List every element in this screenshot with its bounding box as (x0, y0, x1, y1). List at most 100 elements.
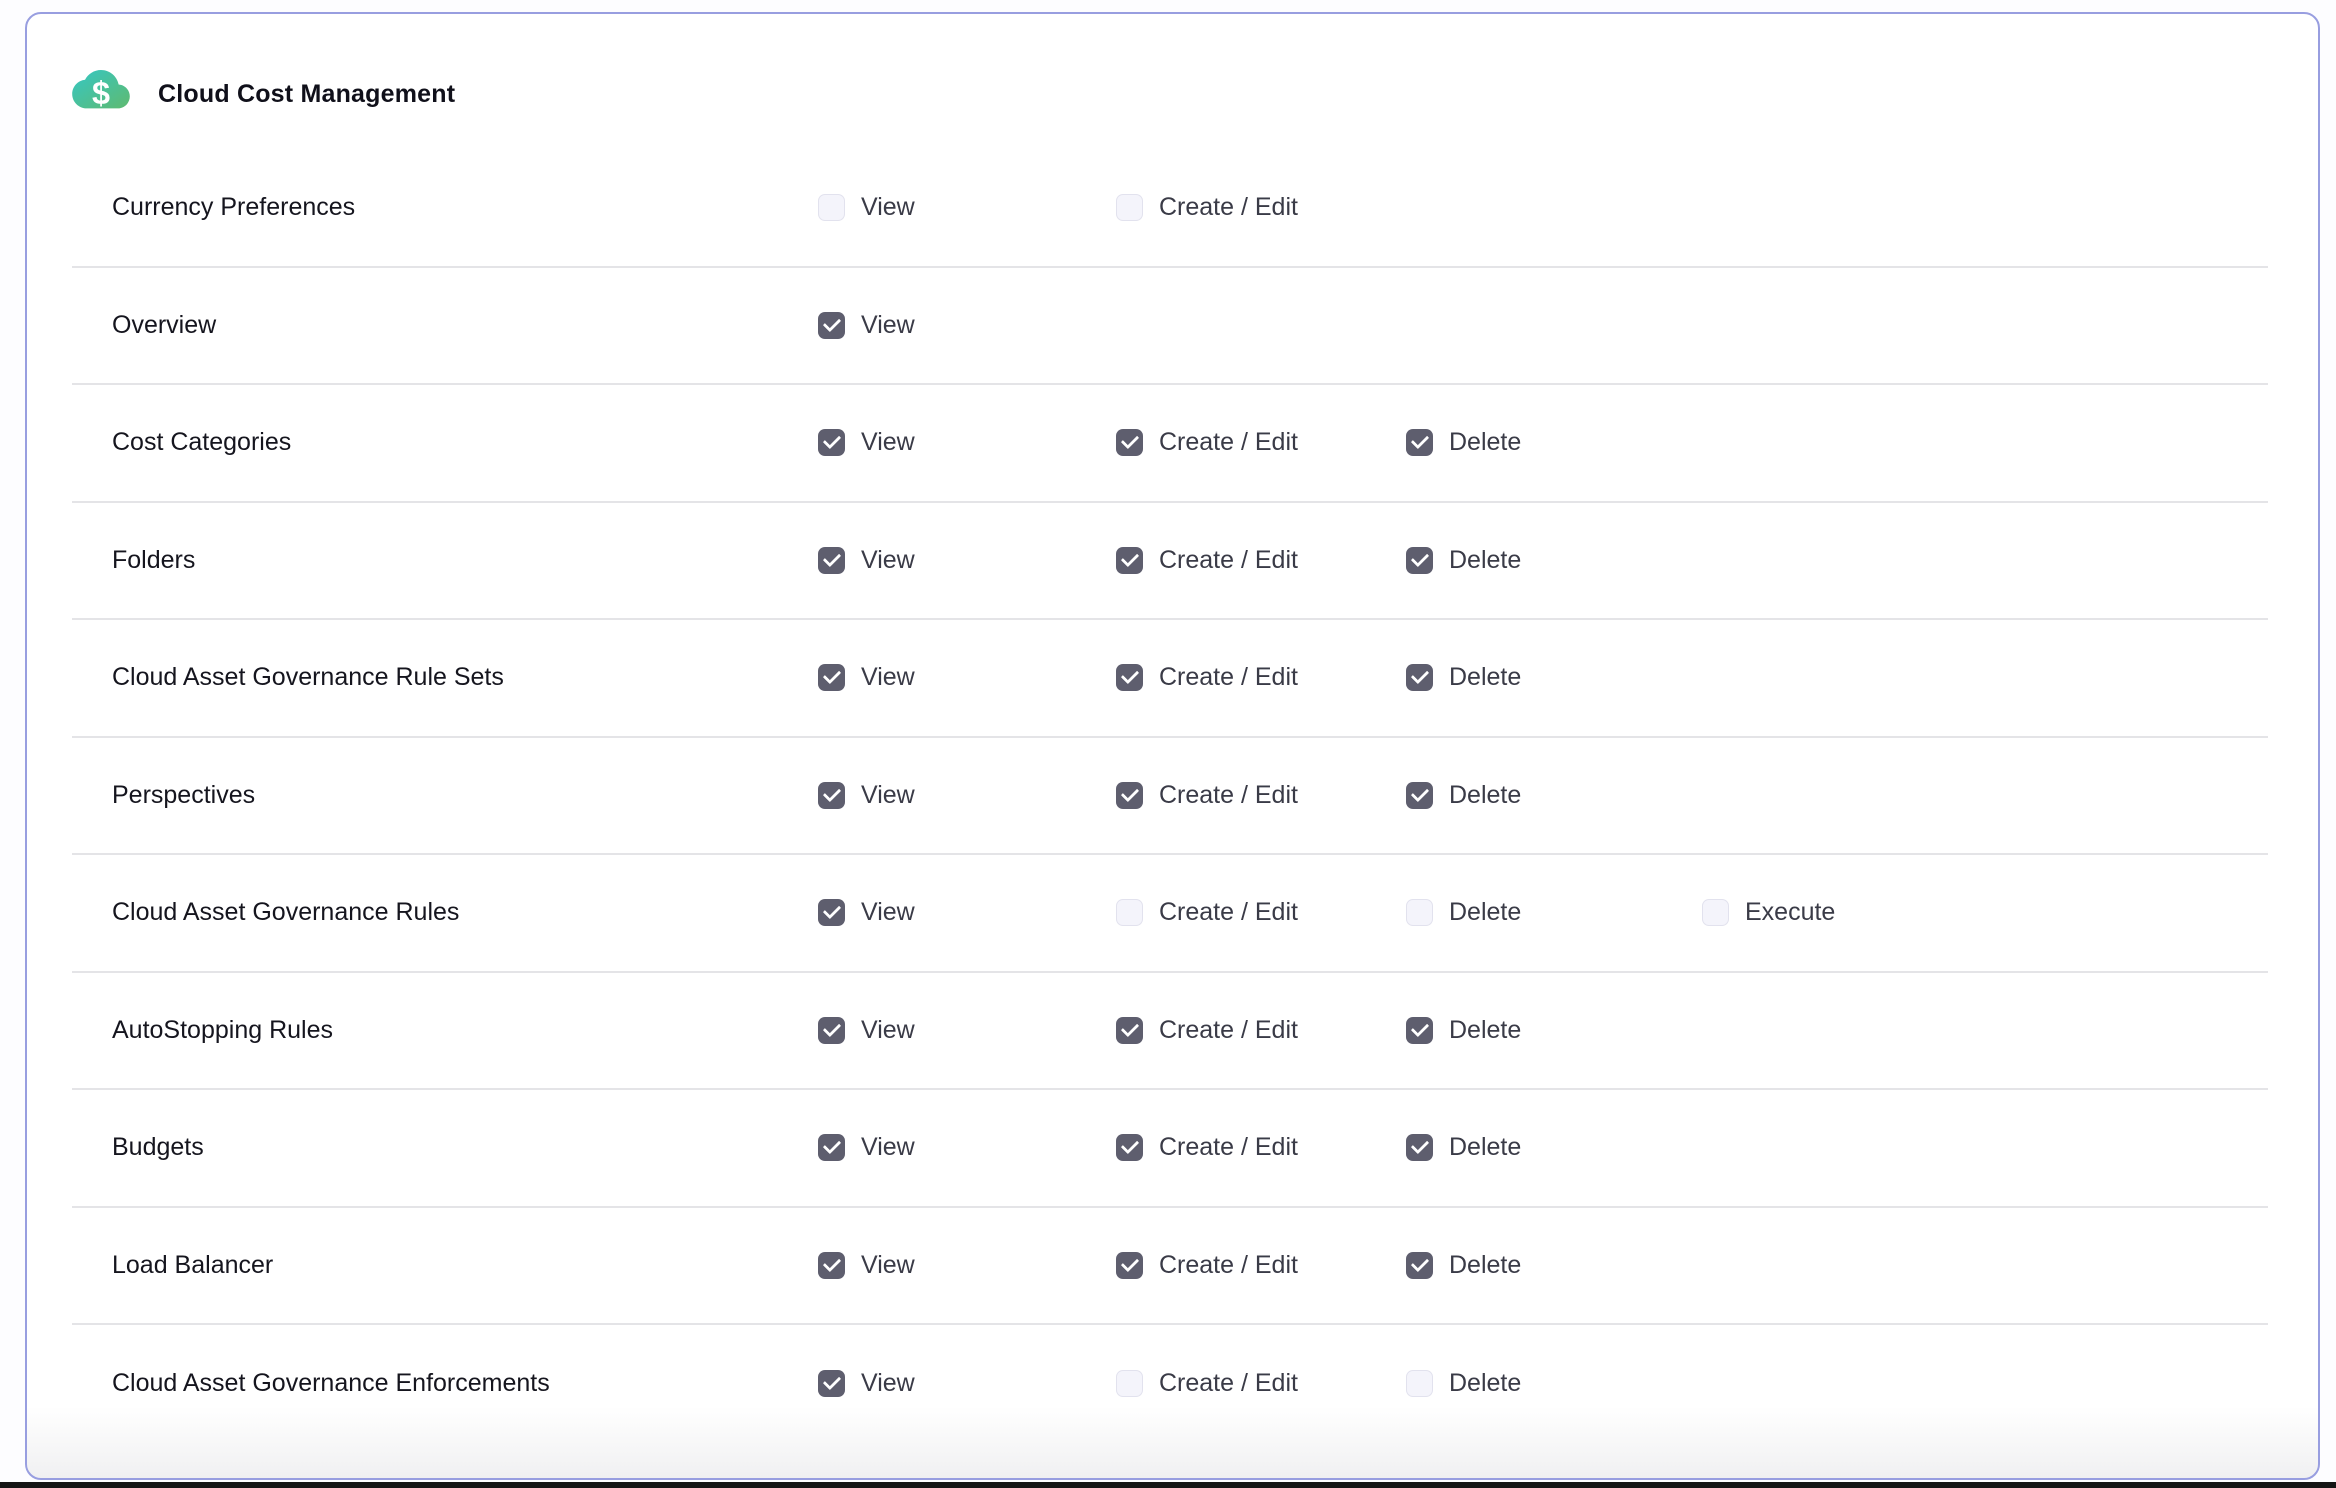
permission-create-edit: Create / Edit (1116, 898, 1406, 927)
create-edit-checkbox[interactable] (1116, 1252, 1143, 1279)
permission-delete: Delete (1406, 1251, 1702, 1280)
resource-label: Budgets (72, 1133, 818, 1162)
resource-label: AutoStopping Rules (72, 1016, 818, 1045)
create-edit-checkbox[interactable] (1116, 1017, 1143, 1044)
permission-delete: Delete (1406, 546, 1702, 575)
dollar-glyph: $ (92, 75, 110, 111)
create-edit-checkbox[interactable] (1116, 782, 1143, 809)
view-label: View (861, 1251, 915, 1280)
resource-label: Cloud Asset Governance Rules (72, 898, 818, 927)
execute-checkbox[interactable] (1702, 899, 1729, 926)
view-checkbox[interactable] (818, 194, 845, 221)
create-edit-label: Create / Edit (1159, 1251, 1298, 1280)
permission-view: View (818, 1133, 1116, 1162)
delete-label: Delete (1449, 781, 1521, 810)
create-edit-checkbox[interactable] (1116, 194, 1143, 221)
create-edit-label: Create / Edit (1159, 1369, 1298, 1398)
view-checkbox[interactable] (818, 664, 845, 691)
permission-view: View (818, 1369, 1116, 1398)
resource-label: Folders (72, 546, 818, 575)
table-row-load-balancer: Load Balancer View Create / Edit Delete (72, 1208, 2268, 1326)
view-checkbox[interactable] (818, 782, 845, 809)
create-edit-label: Create / Edit (1159, 428, 1298, 457)
permission-create-edit: Create / Edit (1116, 546, 1406, 575)
delete-label: Delete (1449, 1369, 1521, 1398)
permission-create-edit: Create / Edit (1116, 428, 1406, 457)
delete-checkbox[interactable] (1406, 899, 1433, 926)
table-row-cloud-asset-governance-rule-sets: Cloud Asset Governance Rule Sets View Cr… (72, 620, 2268, 738)
delete-checkbox[interactable] (1406, 1370, 1433, 1397)
permission-create-edit: Create / Edit (1116, 1369, 1406, 1398)
permission-create-edit: Create / Edit (1116, 663, 1406, 692)
permission-create-edit: Create / Edit (1116, 193, 1406, 222)
view-label: View (861, 428, 915, 457)
permissions-table: Currency Preferences View Create / Edit … (72, 150, 2268, 1443)
create-edit-label: Create / Edit (1159, 193, 1298, 222)
create-edit-label: Create / Edit (1159, 663, 1298, 692)
resource-label: Perspectives (72, 781, 818, 810)
permission-execute: Execute (1702, 898, 2268, 927)
delete-checkbox[interactable] (1406, 1017, 1433, 1044)
create-edit-label: Create / Edit (1159, 898, 1298, 927)
create-edit-checkbox[interactable] (1116, 429, 1143, 456)
resource-label: Currency Preferences (72, 193, 818, 222)
table-row-overview: Overview View (72, 268, 2268, 386)
view-checkbox[interactable] (818, 1134, 845, 1161)
permission-view: View (818, 781, 1116, 810)
view-checkbox[interactable] (818, 312, 845, 339)
delete-checkbox[interactable] (1406, 547, 1433, 574)
delete-checkbox[interactable] (1406, 429, 1433, 456)
view-checkbox[interactable] (818, 1017, 845, 1044)
module-header: $ Cloud Cost Management (72, 70, 455, 118)
delete-checkbox[interactable] (1406, 782, 1433, 809)
view-label: View (861, 193, 915, 222)
view-label: View (861, 1016, 915, 1045)
execute-label: Execute (1745, 898, 1835, 927)
view-checkbox[interactable] (818, 429, 845, 456)
delete-label: Delete (1449, 663, 1521, 692)
create-edit-checkbox[interactable] (1116, 547, 1143, 574)
create-edit-checkbox[interactable] (1116, 1370, 1143, 1397)
permission-view: View (818, 663, 1116, 692)
view-checkbox[interactable] (818, 1252, 845, 1279)
create-edit-checkbox[interactable] (1116, 664, 1143, 691)
table-row-cloud-asset-governance-rules: Cloud Asset Governance Rules View Create… (72, 855, 2268, 973)
delete-checkbox[interactable] (1406, 1252, 1433, 1279)
permissions-card: $ Cloud Cost Management Currency Prefere… (25, 12, 2320, 1480)
permission-view: View (818, 898, 1116, 927)
create-edit-checkbox[interactable] (1116, 1134, 1143, 1161)
page: { "header": { "title": "Cloud Cost Manag… (0, 0, 2336, 1488)
view-label: View (861, 1133, 915, 1162)
permission-create-edit: Create / Edit (1116, 1133, 1406, 1162)
table-row-folders: Folders View Create / Edit Delete (72, 503, 2268, 621)
delete-label: Delete (1449, 1133, 1521, 1162)
view-label: View (861, 663, 915, 692)
delete-checkbox[interactable] (1406, 1134, 1433, 1161)
permission-create-edit: Create / Edit (1116, 1016, 1406, 1045)
permission-delete: Delete (1406, 663, 1702, 692)
permission-view: View (818, 546, 1116, 575)
view-checkbox[interactable] (818, 547, 845, 574)
permission-create-edit: Create / Edit (1116, 1251, 1406, 1280)
permission-delete: Delete (1406, 428, 1702, 457)
permission-view: View (818, 311, 1116, 340)
view-checkbox[interactable] (818, 1370, 845, 1397)
resource-label: Load Balancer (72, 1251, 818, 1280)
view-checkbox[interactable] (818, 899, 845, 926)
view-label: View (861, 898, 915, 927)
page-title: Cloud Cost Management (158, 80, 455, 109)
table-row-currency-preferences: Currency Preferences View Create / Edit (72, 150, 2268, 268)
table-row-cost-categories: Cost Categories View Create / Edit Delet… (72, 385, 2268, 503)
create-edit-checkbox[interactable] (1116, 899, 1143, 926)
create-edit-label: Create / Edit (1159, 1016, 1298, 1045)
delete-label: Delete (1449, 1251, 1521, 1280)
permission-delete: Delete (1406, 781, 1702, 810)
resource-label: Cost Categories (72, 428, 818, 457)
delete-checkbox[interactable] (1406, 664, 1433, 691)
table-row-cloud-asset-governance-enforcements: Cloud Asset Governance Enforcements View… (72, 1325, 2268, 1443)
create-edit-label: Create / Edit (1159, 1133, 1298, 1162)
view-label: View (861, 311, 915, 340)
table-row-perspectives: Perspectives View Create / Edit Delete (72, 738, 2268, 856)
permission-delete: Delete (1406, 1016, 1702, 1045)
table-row-budgets: Budgets View Create / Edit Delete (72, 1090, 2268, 1208)
